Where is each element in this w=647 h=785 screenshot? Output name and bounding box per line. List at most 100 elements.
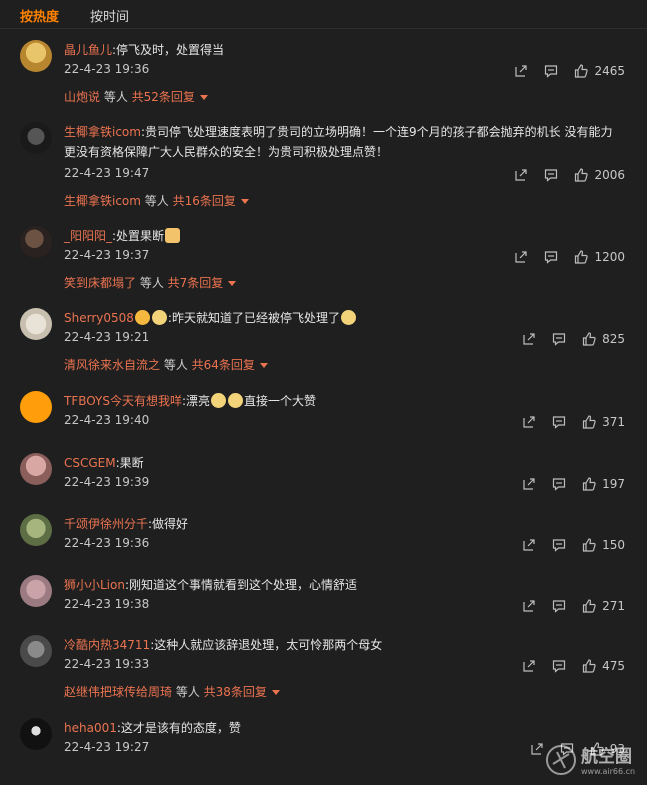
share-button[interactable] <box>522 477 536 491</box>
like-button[interactable]: 150 <box>582 538 625 552</box>
share-icon <box>523 478 535 490</box>
like-button[interactable]: 197 <box>582 477 625 491</box>
comment-button[interactable] <box>544 250 558 264</box>
avatar[interactable] <box>20 514 52 546</box>
share-button[interactable] <box>522 659 536 673</box>
username-link[interactable]: TFBOYS今天有想我咩 <box>64 394 182 408</box>
like-count: 371 <box>602 415 625 429</box>
reply-count[interactable]: 共16条回复 <box>173 194 236 208</box>
avatar[interactable] <box>20 453 52 485</box>
reply-summary[interactable]: 笑到床都塌了 等人 共7条回复 <box>64 274 237 291</box>
username-link[interactable]: 生椰拿铁icom <box>64 125 141 139</box>
comment-text: TFBOYS今天有想我咩:漂亮 直接一个大赞 <box>64 391 624 411</box>
thumbs-up-icon <box>575 250 589 264</box>
comment-actions: 475 <box>506 657 625 675</box>
comment-text: Sherry0508 :昨天就知道了已经被停飞处理了 <box>64 308 624 328</box>
username-link[interactable]: 冷酷内热34711 <box>64 638 150 652</box>
reply-summary[interactable]: 生椰拿铁icom 等人 共16条回复 <box>64 192 249 209</box>
share-button[interactable] <box>522 415 536 429</box>
tab-by-time[interactable]: 按时间 <box>90 6 129 25</box>
username-link[interactable]: Sherry0508 <box>64 311 134 325</box>
comment-text: 晶儿鱼儿:停飞及时，处置得当 <box>64 40 624 60</box>
comment-actions: 197 <box>506 475 625 493</box>
comment-button[interactable] <box>552 332 566 346</box>
share-icon <box>523 333 535 345</box>
comment-text: 生椰拿铁icom:贵司停飞处理速度表明了贵司的立场明确！一个连9个月的孩子都会抛… <box>64 122 624 162</box>
avatar[interactable] <box>20 308 52 340</box>
comment-time: 22-4-23 19:40 <box>64 413 150 427</box>
share-button[interactable] <box>522 332 536 346</box>
comment-button[interactable] <box>552 415 566 429</box>
reply-username[interactable]: 生椰拿铁icom <box>64 194 141 208</box>
like-count: 1200 <box>594 250 625 264</box>
share-button[interactable] <box>530 742 544 756</box>
username-link[interactable]: 晶儿鱼儿 <box>64 43 112 57</box>
comment-time: 22-4-23 19:36 <box>64 536 150 550</box>
username-link[interactable]: 千颂伊徐州分千 <box>64 517 148 531</box>
share-icon <box>523 416 535 428</box>
like-button[interactable]: 371 <box>582 415 625 429</box>
comment-actions: 150 <box>506 536 625 554</box>
comment-button[interactable] <box>552 599 566 613</box>
share-button[interactable] <box>522 599 536 613</box>
avatar[interactable] <box>20 226 52 258</box>
like-button[interactable]: 475 <box>582 659 625 673</box>
reply-count[interactable]: 共52条回复 <box>132 90 195 104</box>
comment-time: 22-4-23 19:47 <box>64 166 150 180</box>
thumbs-up-icon <box>575 64 589 78</box>
comment-icon <box>552 333 566 346</box>
share-button[interactable] <box>514 250 528 264</box>
like-button[interactable]: 1200 <box>574 250 625 264</box>
comment-time: 22-4-23 19:38 <box>64 597 150 611</box>
comment-body: :漂亮 <box>182 394 211 408</box>
comment-button[interactable] <box>552 477 566 491</box>
share-button[interactable] <box>514 168 528 182</box>
avatar[interactable] <box>20 122 52 154</box>
comment-actions: 371 <box>506 413 625 431</box>
username-link[interactable]: 狮小小Lion <box>64 578 125 592</box>
reply-count[interactable]: 共38条回复 <box>204 685 267 699</box>
avatar[interactable] <box>20 40 52 72</box>
reply-username[interactable]: 笑到床都塌了 <box>64 276 136 290</box>
share-button[interactable] <box>514 64 528 78</box>
like-button[interactable]: 2006 <box>574 168 625 182</box>
reply-summary[interactable]: 赵继伟把球传给周琦 等人 共38条回复 <box>64 683 280 700</box>
avatar[interactable] <box>20 575 52 607</box>
comment-button[interactable] <box>552 538 566 552</box>
like-button[interactable]: 2465 <box>574 64 625 78</box>
comment-body: :昨天就知道了已经被停飞处理了 <box>167 311 340 325</box>
username-link[interactable]: heha001 <box>64 721 117 735</box>
avatar[interactable] <box>20 718 52 750</box>
comment-icon <box>545 65 558 78</box>
username-link[interactable]: CSCGEM <box>64 456 116 470</box>
avatar[interactable] <box>20 635 52 667</box>
like-count: 197 <box>602 477 625 491</box>
reply-username[interactable]: 清风徐来水自流之 <box>64 358 160 372</box>
like-button[interactable]: 825 <box>582 332 625 346</box>
watermark-url: www.air66.cn <box>581 767 636 776</box>
chevron-down-icon <box>228 281 237 286</box>
reply-username[interactable]: 赵继伟把球传给周琦 <box>64 685 172 699</box>
like-button[interactable]: 271 <box>582 599 625 613</box>
reply-count[interactable]: 共64条回复 <box>192 358 255 372</box>
thumbs-up-icon <box>582 538 596 552</box>
comment-button[interactable] <box>544 64 558 78</box>
avatar[interactable] <box>20 391 52 423</box>
reply-username[interactable]: 山炮说 <box>64 90 100 104</box>
comment-time: 22-4-23 19:39 <box>64 475 150 489</box>
comment-actions: 271 <box>506 597 625 615</box>
comment-text: heha001:这才是该有的态度，赞 <box>64 718 624 738</box>
share-button[interactable] <box>522 538 536 552</box>
reply-count[interactable]: 共7条回复 <box>168 276 224 290</box>
comment-text: _阳阳阳_:处置果断 <box>64 226 624 246</box>
comment-button[interactable] <box>552 659 566 673</box>
comment-icon <box>552 660 566 673</box>
comment-button[interactable] <box>544 168 558 182</box>
username-link[interactable]: _阳阳阳_ <box>64 229 112 243</box>
tab-by-hotness[interactable]: 按热度 <box>20 6 59 25</box>
emoji-icon <box>134 310 150 325</box>
reply-summary[interactable]: 山炮说 等人 共52条回复 <box>64 88 208 105</box>
reply-summary[interactable]: 清风徐来水自流之 等人 共64条回复 <box>64 356 268 373</box>
chevron-down-icon <box>240 199 249 204</box>
comment-icon <box>552 539 566 552</box>
